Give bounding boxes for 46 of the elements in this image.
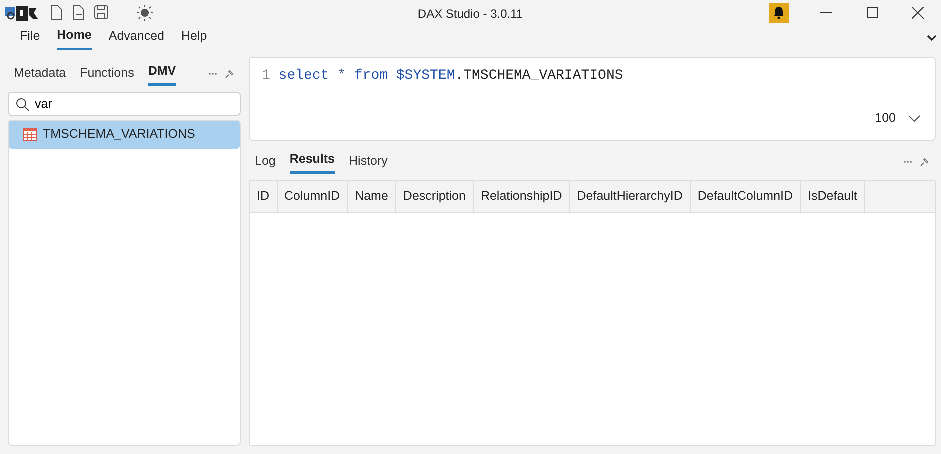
table-icon (23, 128, 37, 142)
close-icon[interactable] (912, 6, 924, 18)
menu-tab[interactable]: Advanced (108, 26, 164, 50)
new-file-icon[interactable] (50, 4, 64, 20)
search-icon (16, 98, 29, 111)
menu-tab[interactable]: Help (182, 26, 208, 50)
pin-icon[interactable] (225, 68, 235, 79)
query-editor[interactable]: 1 select * from $SYSTEM.TMSCHEMA_VARIATIONS 100 (249, 57, 936, 141)
save-icon[interactable] (94, 5, 109, 20)
column-header[interactable]: IsDefault (801, 180, 866, 212)
file-link-icon[interactable] (72, 4, 86, 20)
window-title: DAX Studio - 3.0.11 (418, 6, 524, 23)
dropdown-caret-icon[interactable] (908, 114, 921, 123)
dmv-list-item[interactable]: TMSCHEMA_VARIATIONS (9, 120, 240, 149)
output-tab[interactable]: History (349, 150, 388, 174)
code-token: from (354, 67, 388, 86)
output-tab[interactable]: Results (290, 150, 336, 174)
column-header[interactable]: RelationshipID (474, 180, 570, 212)
code-token: $SYSTEM (396, 67, 456, 86)
column-header[interactable]: ID (250, 180, 278, 212)
notification-bell-icon[interactable] (769, 2, 789, 22)
line-number: 1 (262, 67, 270, 86)
sidebar-tab[interactable]: Metadata (14, 62, 66, 86)
code-token: * (338, 67, 346, 86)
more-options-icon[interactable] (904, 160, 912, 163)
menu-tab[interactable]: Home (57, 26, 92, 50)
column-header[interactable]: DefaultColumnID (690, 180, 802, 212)
output-tab[interactable]: Log (255, 150, 276, 174)
code-token: select (278, 67, 330, 86)
more-options-icon[interactable] (209, 72, 217, 75)
sidebar-tab[interactable]: DMV (148, 62, 176, 86)
search-field[interactable]: var (8, 92, 241, 116)
column-header[interactable]: Name (348, 180, 396, 212)
sidebar-tab[interactable]: Functions (80, 62, 134, 86)
row-limit-value: 100 (875, 110, 896, 128)
column-header[interactable]: Description (396, 180, 474, 212)
maximize-icon[interactable] (866, 7, 878, 18)
column-header[interactable]: DefaultHierarchyID (570, 180, 691, 212)
item-label: TMSCHEMA_VARIATIONS (43, 126, 196, 144)
minimize-icon[interactable] (820, 12, 832, 14)
collapse-ribbon-icon[interactable] (927, 34, 937, 42)
pin-icon[interactable] (920, 156, 930, 167)
column-header[interactable]: ColumnID (278, 180, 348, 212)
theme-toggle-icon[interactable] (137, 4, 153, 20)
code-token: .TMSCHEMA_VARIATIONS (455, 67, 624, 86)
menu-tab[interactable]: File (20, 26, 40, 50)
